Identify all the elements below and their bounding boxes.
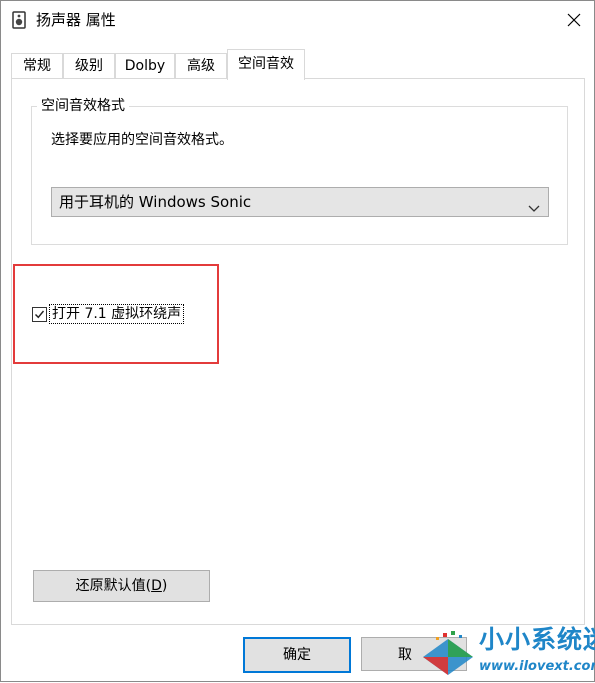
restore-default-suffix: ) — [161, 578, 168, 594]
tab-advanced[interactable]: 高级 — [175, 53, 227, 78]
spatial-format-group — [31, 106, 568, 245]
spatial-sound-panel: 空间音效格式 选择要应用的空间音效格式。 用于耳机的 Windows Sonic… — [11, 78, 585, 625]
speaker-icon — [11, 11, 27, 29]
format-description: 选择要应用的空间音效格式。 — [51, 132, 233, 148]
group-title: 空间音效格式 — [37, 97, 129, 115]
tab-dolby[interactable]: Dolby — [115, 53, 175, 78]
ok-button[interactable]: 确定 — [243, 637, 351, 673]
watermark-logo-icon — [423, 631, 473, 675]
checkmark-icon — [35, 310, 45, 319]
restore-default-label: 还原默认值( — [75, 578, 152, 594]
tab-spatial-sound[interactable]: 空间音效 — [227, 49, 305, 80]
restore-default-button[interactable]: 还原默认值(D) — [33, 570, 210, 602]
title-bar[interactable]: 扬声器 属性 — [1, 1, 594, 39]
cancel-label: 取 — [398, 647, 412, 663]
tab-levels[interactable]: 级别 — [63, 53, 115, 78]
window-title: 扬声器 属性 — [36, 11, 116, 29]
chevron-down-icon — [528, 198, 540, 217]
watermark-title: 小小系统迷 — [479, 625, 595, 654]
virtual-surround-checkbox[interactable] — [32, 307, 47, 322]
tab-general[interactable]: 常规 — [11, 53, 63, 78]
close-button[interactable] — [556, 3, 592, 37]
restore-default-accelerator: D — [151, 578, 162, 594]
site-watermark: 小小系统迷 www.ilovext.com — [419, 621, 595, 683]
speaker-properties-dialog: 扬声器 属性 常规 级别 Dolby 高级 空间音效 空间音效格式 选择要应用的… — [0, 0, 595, 682]
selected-format: 用于耳机的 Windows Sonic — [59, 193, 252, 211]
virtual-surround-label[interactable]: 打开 7.1 虚拟环绕声 — [49, 304, 185, 324]
spatial-format-dropdown[interactable]: 用于耳机的 Windows Sonic — [51, 187, 549, 217]
close-icon — [567, 13, 581, 27]
watermark-url: www.ilovext.com — [479, 659, 595, 674]
